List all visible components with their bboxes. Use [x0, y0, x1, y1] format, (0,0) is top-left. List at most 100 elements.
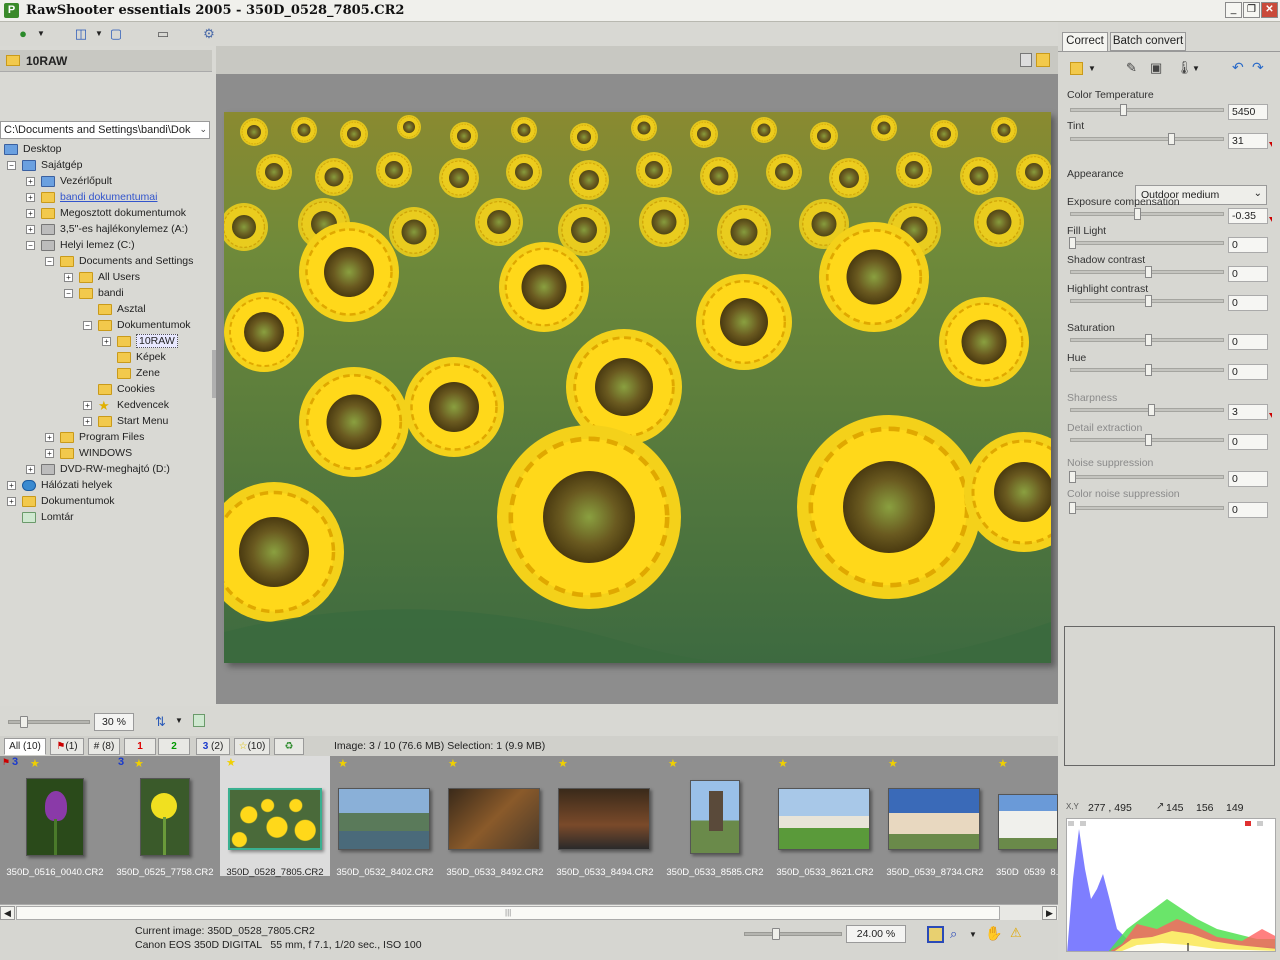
filter-all-tab[interactable]: All (10) — [4, 738, 46, 755]
expand-icon[interactable]: + — [26, 464, 35, 474]
tint-value[interactable]: 31 — [1228, 133, 1268, 149]
tree-item-10raw[interactable]: +10RAW — [102, 333, 178, 349]
filter-rank1-tab[interactable]: 1 — [124, 738, 156, 755]
exposure-value[interactable]: -0.35 — [1228, 208, 1268, 224]
thumbnail-item[interactable]: ★ 350D_0533_8585.CR2 — [660, 756, 770, 878]
color-temperature-slider[interactable] — [1070, 108, 1224, 112]
collapse-icon[interactable]: − — [45, 256, 54, 266]
temperature-dropdown-icon[interactable]: ▼ — [1192, 64, 1200, 73]
sort-dropdown-icon[interactable]: ▼ — [175, 716, 183, 725]
view-zoom-value[interactable]: 24.00 % — [846, 925, 906, 943]
preferences-icon[interactable]: ⚙ — [200, 25, 218, 42]
noise-suppression-value[interactable]: 0 — [1228, 471, 1268, 487]
thumbnail-item[interactable]: ★ 350D_0539_8... — [990, 756, 1058, 876]
thumbnail-item[interactable]: ★ 350D_0533_8621.CR2 — [770, 756, 880, 878]
help-icon[interactable]: ● — [14, 25, 32, 42]
saturation-thumb[interactable] — [1145, 334, 1152, 346]
thumbnail-item[interactable]: ⚑ 3 ★ 350D_0516_0040.CR2 — [0, 756, 110, 878]
expand-icon[interactable]: + — [7, 480, 16, 490]
zoom-slider-thumb[interactable] — [20, 716, 28, 728]
fill-light-value[interactable]: 0 — [1228, 237, 1268, 253]
tree-item-kepek[interactable]: Képek — [117, 349, 166, 365]
help-dropdown-icon[interactable]: ▼ — [32, 25, 50, 42]
layout-icon[interactable]: ◫ — [72, 25, 90, 42]
maximize-button[interactable]: ❐ — [1243, 2, 1260, 18]
collapse-icon[interactable]: − — [7, 160, 16, 170]
filter-star-tab[interactable]: ☆(10) — [234, 738, 270, 755]
chevron-down-icon[interactable]: ⌄ — [1254, 188, 1262, 199]
color-temperature-thumb[interactable] — [1120, 104, 1127, 116]
single-view-icon[interactable]: ▢ — [107, 25, 125, 42]
magnifier-dropdown-icon[interactable]: ▼ — [969, 930, 977, 939]
expand-icon[interactable]: + — [26, 224, 35, 234]
slideshow-icon[interactable]: ▭ — [154, 25, 172, 42]
reset-marker-icon[interactable] — [1269, 142, 1272, 147]
tree-item-bandi[interactable]: − bandi — [64, 285, 124, 301]
thumbnail-scrollbar[interactable]: ◀ ||| ▶ — [0, 904, 1058, 920]
highlight-contrast-value[interactable]: 0 — [1228, 295, 1268, 311]
fill-light-slider[interactable] — [1070, 241, 1224, 245]
warning-icon[interactable]: ⚠ — [1010, 925, 1022, 941]
detail-extraction-thumb[interactable] — [1145, 434, 1152, 446]
fit-view-icon[interactable] — [927, 926, 944, 943]
chevron-down-icon[interactable]: ⌄ — [199, 124, 207, 135]
minimize-button[interactable]: _ — [1225, 2, 1242, 18]
color-noise-slider[interactable] — [1070, 506, 1224, 510]
page-icon[interactable] — [1020, 53, 1032, 67]
undo-icon[interactable]: ↶ — [1232, 59, 1244, 76]
expand-icon[interactable]: + — [83, 416, 92, 426]
tree-item-program-files[interactable]: + Program Files — [45, 429, 144, 445]
redo-icon[interactable]: ↷ — [1252, 59, 1264, 76]
collapse-icon[interactable]: − — [83, 320, 92, 330]
tree-item-dokumentumok[interactable]: − Dokumentumok — [83, 317, 191, 333]
close-button[interactable]: ✕ — [1261, 2, 1278, 18]
color-noise-value[interactable]: 0 — [1228, 502, 1268, 518]
magnifier-icon[interactable]: ⌕ — [950, 926, 957, 942]
view-zoom-thumb[interactable] — [772, 928, 780, 940]
tree-item-dokumentumok-root[interactable]: + Dokumentumok — [7, 493, 115, 509]
expand-icon[interactable]: + — [26, 192, 35, 202]
tree-item-start-menu[interactable]: + Start Menu — [83, 413, 168, 429]
tint-slider[interactable] — [1070, 137, 1224, 141]
reset-marker-icon[interactable] — [1269, 413, 1272, 418]
main-photo[interactable] — [224, 112, 1051, 663]
clipboard-dropdown-icon[interactable]: ▼ — [1088, 64, 1096, 73]
thumbnail-item[interactable]: 3 ★ 350D_0525_7758.CR2 — [110, 756, 220, 878]
collapse-icon[interactable]: − — [26, 240, 35, 250]
expand-icon[interactable]: + — [64, 272, 73, 282]
tree-item-helyi-lemez[interactable]: − Helyi lemez (C:) — [26, 237, 135, 253]
tree-item-desktop[interactable]: Desktop — [4, 141, 62, 157]
expand-icon[interactable]: + — [26, 176, 35, 186]
shadow-contrast-thumb[interactable] — [1145, 266, 1152, 278]
thumbnail-item[interactable]: ★ 350D_0533_8494.CR2 — [550, 756, 660, 878]
highlight-contrast-thumb[interactable] — [1145, 295, 1152, 307]
path-dropdown[interactable]: C:\Documents and Settings\bandi\Dok ⌄ — [0, 121, 210, 139]
detail-extraction-value[interactable]: 0 — [1228, 434, 1268, 450]
filter-flag-tab[interactable]: ⚑(1) — [50, 738, 84, 755]
tree-item-megosztott[interactable]: + Megosztott dokumentumok — [26, 205, 186, 221]
tree-item-halozati[interactable]: + Hálózati helyek — [7, 477, 112, 493]
tab-correct[interactable]: Correct — [1062, 32, 1108, 52]
eyedropper-icon[interactable]: ✎ — [1126, 60, 1137, 76]
expand-icon[interactable]: + — [83, 400, 92, 410]
tree-item-documents-settings[interactable]: − Documents and Settings — [45, 253, 193, 269]
exposure-slider[interactable] — [1070, 212, 1224, 216]
tint-thumb[interactable] — [1168, 133, 1175, 145]
saturation-value[interactable]: 0 — [1228, 334, 1268, 350]
filter-recycle-tab[interactable]: ♻ — [274, 738, 304, 755]
hue-thumb[interactable] — [1145, 364, 1152, 376]
reset-marker-icon[interactable] — [1269, 217, 1272, 222]
expand-icon[interactable]: + — [45, 432, 54, 442]
thumbnail-item[interactable]: ★ 350D_0532_8402.CR2 — [330, 756, 440, 878]
tree-item-all-users[interactable]: + All Users — [64, 269, 140, 285]
tree-item-zene[interactable]: Zene — [117, 365, 160, 381]
navigator-preview[interactable] — [1064, 626, 1275, 766]
tree-item-sajatgep[interactable]: − Sajátgép — [7, 157, 82, 173]
noise-suppression-slider[interactable] — [1070, 475, 1224, 479]
sharpness-slider[interactable] — [1070, 408, 1224, 412]
color-temperature-value[interactable]: 5450 — [1228, 104, 1268, 120]
filter-rank2-tab[interactable]: 2 — [158, 738, 190, 755]
scroll-left-icon[interactable]: ◀ — [0, 906, 15, 920]
expand-icon[interactable]: + — [45, 448, 54, 458]
new-folder-icon[interactable] — [1036, 53, 1050, 67]
